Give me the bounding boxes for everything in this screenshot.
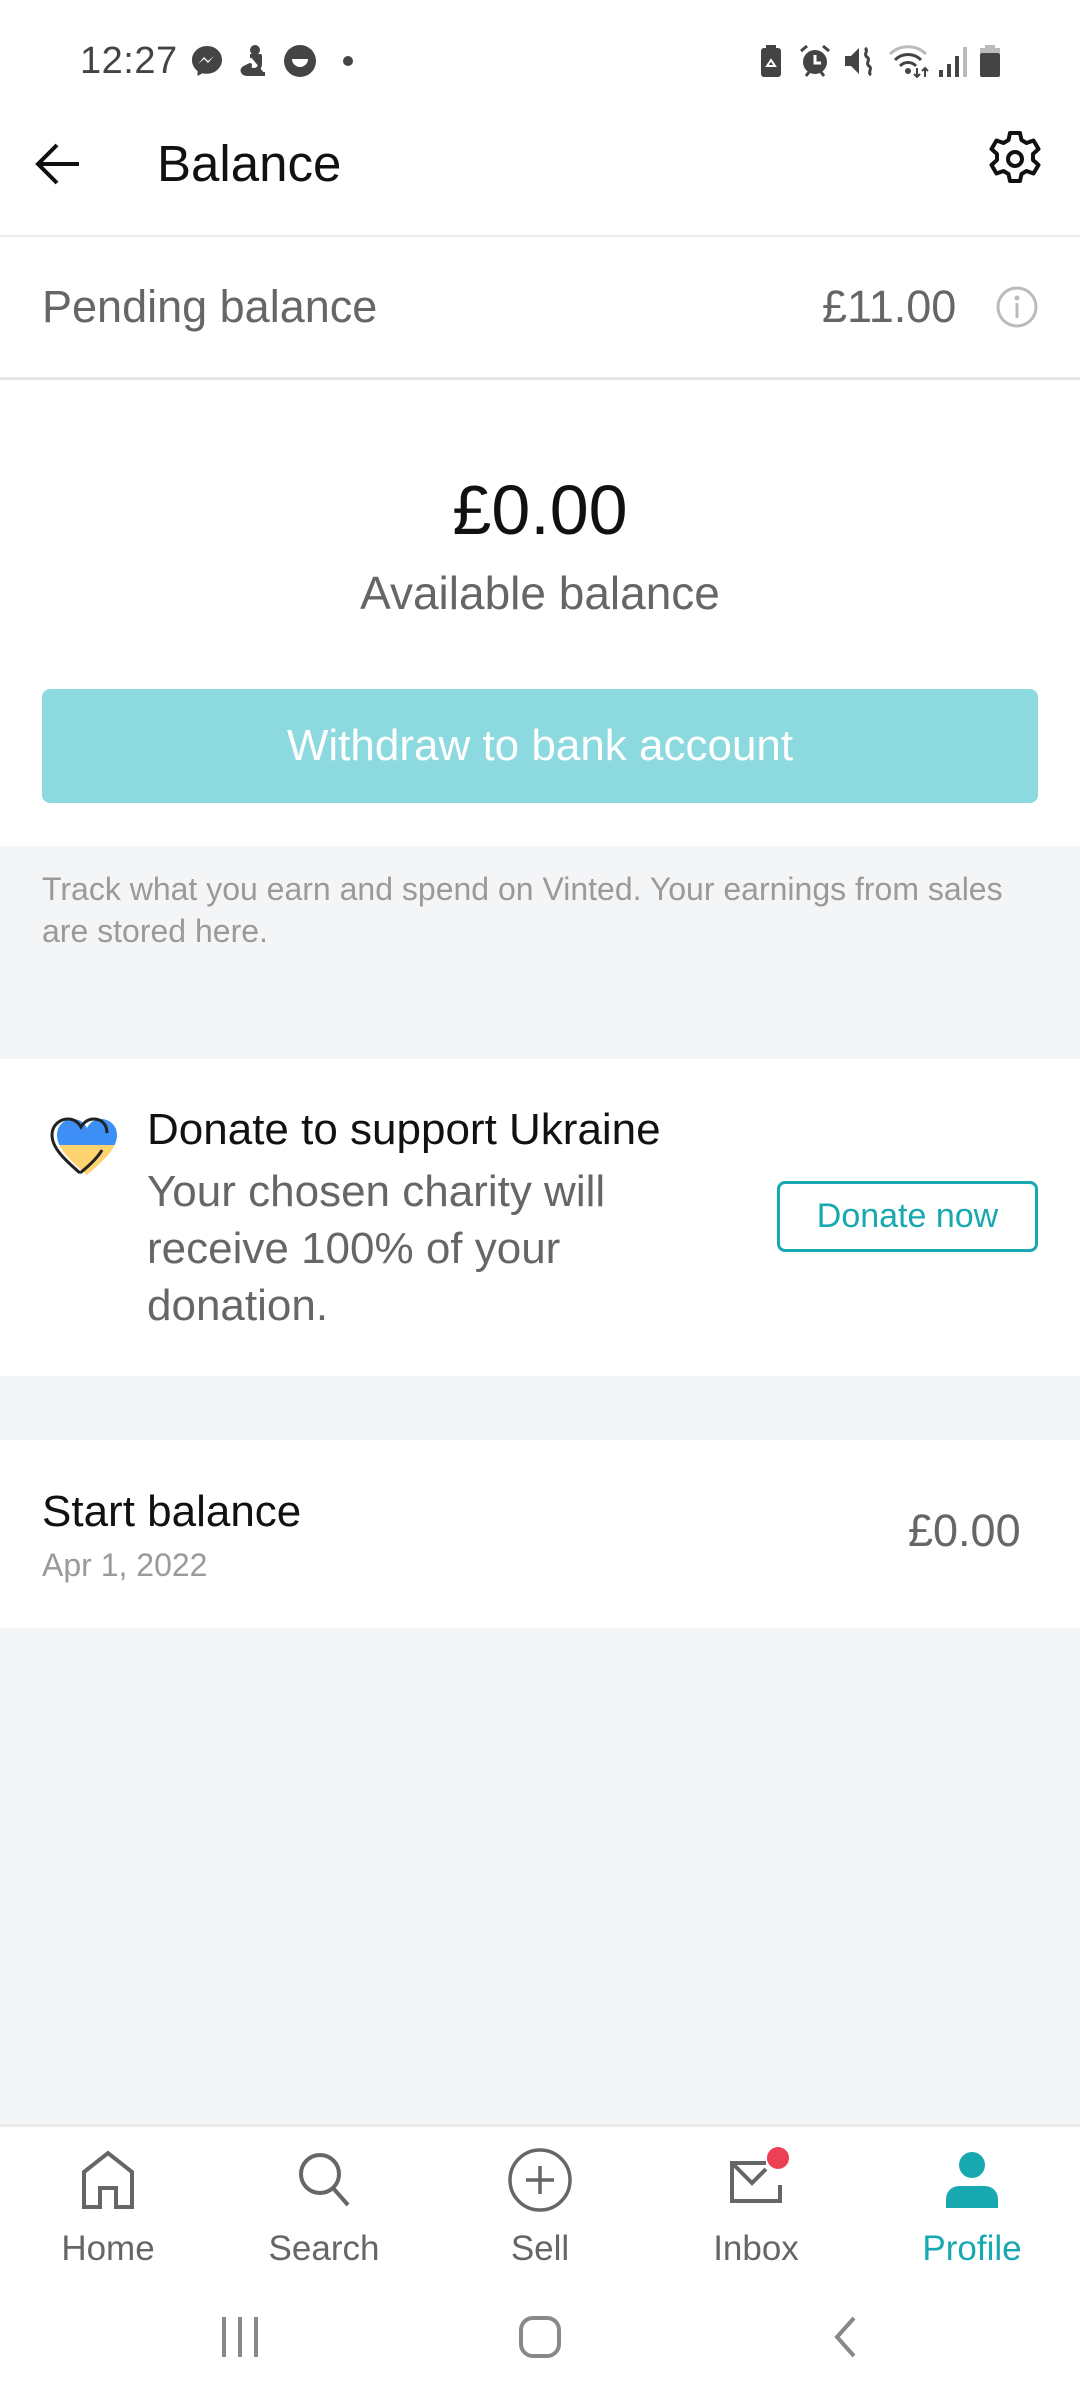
history-row-date: Apr 1, 2022 (42, 1547, 208, 1583)
more-dot-icon (342, 44, 354, 78)
tab-home[interactable]: Home (0, 2145, 216, 2295)
battery-saver-icon (759, 44, 783, 78)
unread-badge (767, 2147, 789, 2169)
donate-card: Donate to support Ukraine Your chosen ch… (0, 1059, 1080, 1376)
pending-balance-amount: £11.00 (822, 281, 957, 332)
mute-icon (843, 44, 877, 78)
tab-label: Profile (922, 2229, 1022, 2268)
messenger-icon (190, 44, 224, 78)
battery-icon (978, 44, 1002, 78)
mail-icon (721, 2145, 791, 2215)
available-balance-amount: £0.00 (452, 471, 628, 549)
donate-title: Donate to support Ukraine (147, 1105, 661, 1154)
tab-label: Inbox (713, 2229, 799, 2268)
back-system-button[interactable] (815, 2309, 875, 2369)
balance-info-text: Track what you earn and spend on Vinted.… (42, 871, 1003, 949)
status-bar: 12:27 (0, 0, 1080, 110)
donate-description: Your chosen charity will receive 100% of… (147, 1167, 606, 1330)
tab-inbox[interactable]: Inbox (648, 2145, 864, 2295)
tab-label: Search (268, 2229, 380, 2268)
page-title: Balance (157, 135, 342, 192)
history-row-amount: £0.00 (908, 1505, 1021, 1556)
pending-balance-label: Pending balance (42, 281, 378, 332)
pending-balance-row[interactable]: Pending balance £11.00 (0, 237, 1080, 380)
wifi-icon (888, 44, 932, 78)
tab-label: Home (61, 2229, 155, 2268)
available-balance-label: Available balance (360, 567, 720, 619)
history-row-label: Start balance (42, 1487, 302, 1536)
donate-now-button[interactable]: Donate now (777, 1181, 1038, 1252)
search-icon (289, 2145, 359, 2215)
recent-apps-icon (220, 2315, 260, 2364)
plus-circle-icon (505, 2145, 575, 2215)
settings-button[interactable] (982, 128, 1048, 194)
info-icon[interactable] (995, 285, 1039, 329)
withdraw-button[interactable]: Withdraw to bank account (42, 689, 1038, 803)
app-notification-icon (238, 44, 268, 78)
home-circle-icon (518, 2315, 562, 2364)
signal-icon (938, 44, 968, 78)
arrow-left-icon (35, 142, 81, 191)
home-icon (73, 2145, 143, 2215)
history-row[interactable]: Start balance Apr 1, 2022 £0.00 (0, 1440, 1080, 1628)
bottom-navigation: Home Search Sell Inbox Profile (0, 2124, 1080, 2403)
available-balance-panel: £0.00 Available balance Withdraw to bank… (0, 380, 1080, 846)
gear-icon (985, 129, 1045, 194)
status-time: 12:27 (80, 40, 178, 82)
ukraine-heart-icon (48, 1115, 120, 1179)
chevron-left-icon (832, 2315, 858, 2364)
home-system-button[interactable] (510, 2309, 570, 2369)
tab-sell[interactable]: Sell (432, 2145, 648, 2295)
tab-profile[interactable]: Profile (864, 2145, 1080, 2295)
profile-icon (937, 2145, 1007, 2215)
app-header: Balance (0, 110, 1080, 237)
tab-search[interactable]: Search (216, 2145, 432, 2295)
tab-label: Sell (510, 2229, 570, 2268)
back-button[interactable] (30, 138, 86, 194)
recent-apps-button[interactable] (210, 2309, 270, 2369)
alarm-icon (798, 44, 832, 78)
app-face-icon (283, 44, 317, 78)
